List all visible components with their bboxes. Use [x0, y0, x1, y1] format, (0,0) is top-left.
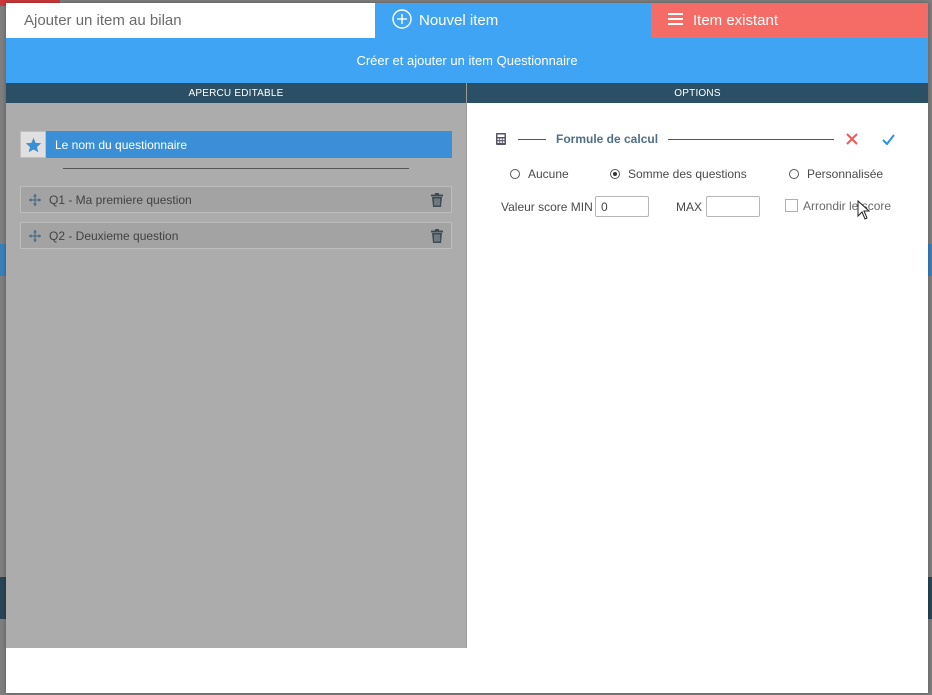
plus-circle-icon — [392, 8, 412, 33]
radio-none[interactable]: Aucune — [510, 167, 569, 181]
min-score-input[interactable] — [595, 196, 649, 217]
options-column-header: OPTIONS — [467, 83, 928, 103]
close-icon[interactable] — [846, 133, 860, 145]
question-row[interactable]: Q1 - Ma premiere question — [20, 186, 452, 213]
modal-title: Ajouter un item au bilan — [6, 3, 375, 38]
star-icon[interactable] — [20, 131, 46, 158]
round-score-label: Arrondir le score — [803, 199, 892, 213]
question-row[interactable]: Q2 - Deuxieme question — [20, 222, 452, 249]
add-item-modal: Ajouter un item au bilan Nouvel item Ite… — [6, 3, 928, 693]
trash-icon[interactable] — [423, 228, 451, 243]
tab-existing-item[interactable]: Item existant — [651, 3, 928, 38]
formula-label: Formule de calcul — [556, 132, 659, 146]
radio-none-circle[interactable] — [510, 169, 520, 179]
title-separator — [63, 168, 409, 169]
mouse-cursor-icon — [857, 199, 871, 225]
questionnaire-title-row[interactable]: Le nom du questionnaire — [20, 131, 452, 158]
radio-none-label: Aucune — [528, 167, 569, 181]
radio-custom-circle[interactable] — [789, 169, 799, 179]
question-label: Q2 - Deuxieme question — [49, 228, 179, 243]
modal-subheader: Créer et ajouter un item Questionnaire — [6, 38, 928, 83]
radio-sum[interactable]: Somme des questions — [610, 167, 747, 181]
calculator-icon — [496, 133, 510, 145]
trash-icon[interactable] — [423, 192, 451, 207]
move-arrows-icon[interactable] — [21, 193, 49, 206]
formula-header: Formule de calcul — [496, 129, 896, 149]
questionnaire-name[interactable]: Le nom du questionnaire — [46, 131, 452, 158]
check-icon[interactable] — [882, 133, 896, 145]
modal-tabs: Ajouter un item au bilan Nouvel item Ite… — [6, 3, 928, 38]
radio-custom[interactable]: Personnalisée — [789, 167, 883, 181]
options-panel: Formule de calcul Aucune Somme des quest… — [467, 103, 928, 648]
max-score-input[interactable] — [706, 196, 760, 217]
tab-existing-item-label: Item existant — [693, 12, 779, 29]
preview-column-header: APERCU EDITABLE — [6, 83, 466, 103]
round-score-checkbox[interactable] — [785, 199, 798, 212]
radio-sum-circle[interactable] — [610, 169, 620, 179]
hamburger-icon — [668, 12, 683, 29]
min-score-label: Valeur score MIN — [501, 200, 593, 214]
radio-sum-label: Somme des questions — [628, 167, 747, 181]
editable-preview-panel: Le nom du questionnaire Q1 - Ma premiere… — [6, 103, 466, 648]
move-arrows-icon[interactable] — [21, 229, 49, 242]
formula-line-left — [518, 138, 546, 140]
formula-line-right — [668, 138, 834, 140]
question-label: Q1 - Ma premiere question — [49, 192, 192, 207]
tab-new-item-label: Nouvel item — [419, 12, 499, 29]
max-score-label: MAX — [676, 200, 703, 214]
tab-new-item[interactable]: Nouvel item — [375, 3, 651, 38]
radio-custom-label: Personnalisée — [807, 167, 884, 181]
